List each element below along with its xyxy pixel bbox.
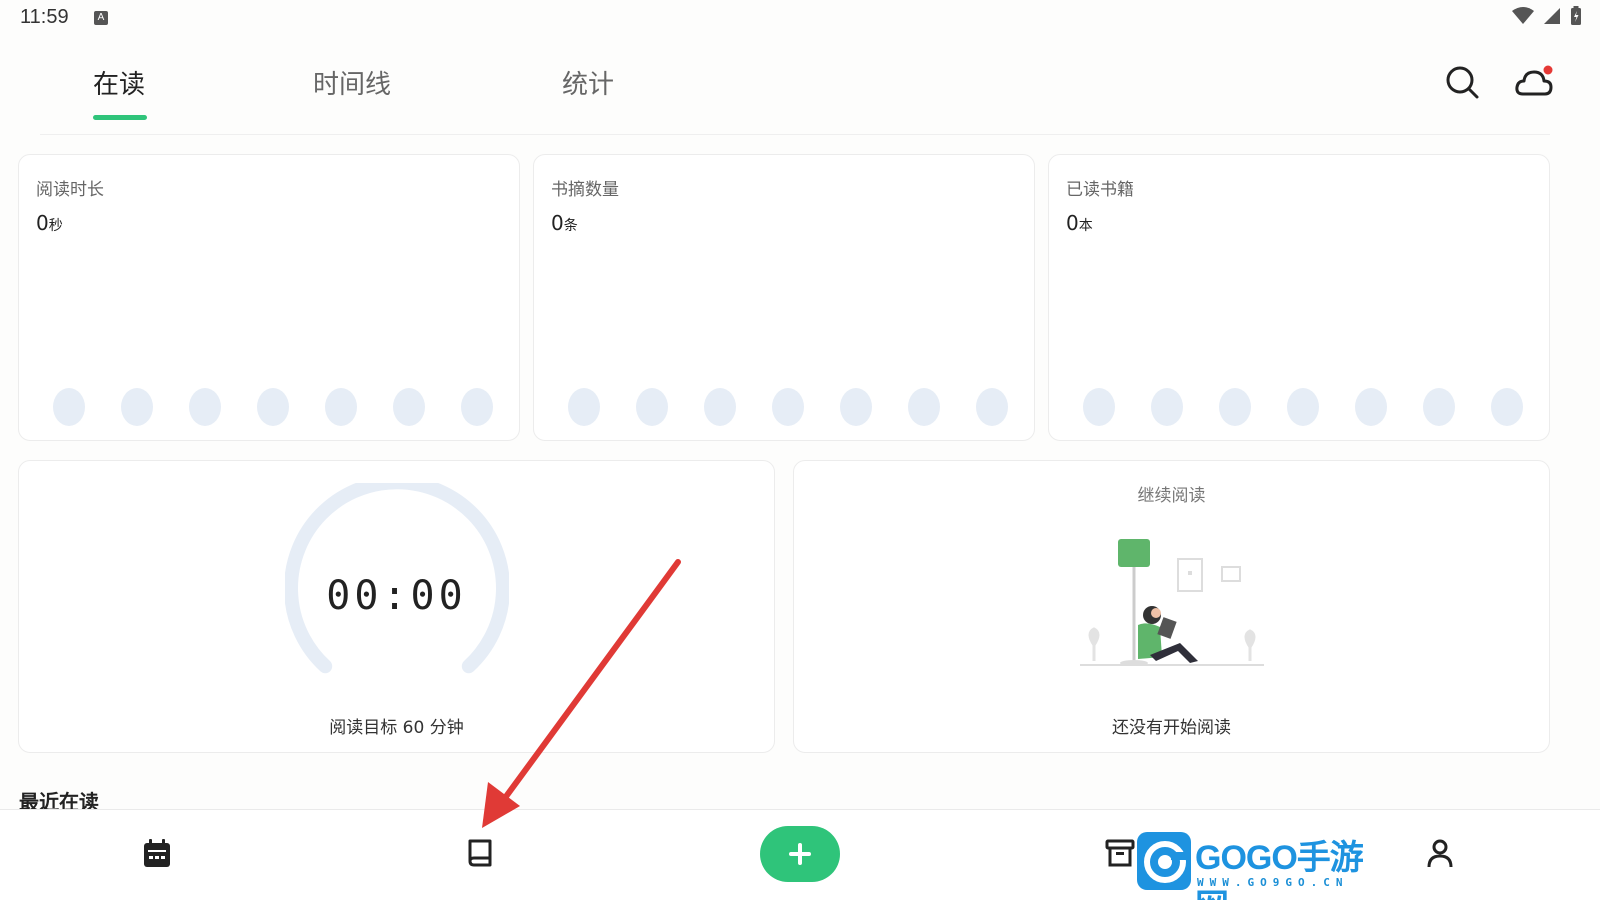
tab-timeline[interactable]: 时间线 bbox=[313, 64, 391, 101]
stat-value: 0秒 bbox=[36, 211, 63, 235]
stat-label: 阅读时长 bbox=[36, 180, 104, 200]
day-dot bbox=[461, 388, 493, 426]
day-dot bbox=[908, 388, 940, 426]
day-dot bbox=[189, 388, 221, 426]
calendar-icon[interactable] bbox=[141, 837, 173, 869]
top-tab-bar: 在读 时间线 统计 bbox=[0, 50, 1600, 122]
watermark-url: WWW.GO9GO.CN bbox=[1197, 876, 1349, 889]
archive-icon[interactable] bbox=[1104, 837, 1136, 869]
day-dot bbox=[636, 388, 668, 426]
day-dot bbox=[393, 388, 425, 426]
site-watermark: GOGO手游网 WWW.GO9GO.CN bbox=[1135, 830, 1393, 900]
status-indicators bbox=[1512, 6, 1582, 26]
day-dot bbox=[1287, 388, 1319, 426]
day-dot bbox=[1151, 388, 1183, 426]
tab-statistics[interactable]: 统计 bbox=[562, 64, 614, 101]
status-bar: 11:59 A bbox=[0, 0, 1600, 36]
day-dot bbox=[772, 388, 804, 426]
weekday-dots bbox=[53, 388, 493, 426]
annotation-arrow bbox=[482, 559, 681, 828]
signal-icon bbox=[1544, 8, 1560, 24]
day-dot bbox=[1083, 388, 1115, 426]
day-dot bbox=[1423, 388, 1455, 426]
stat-card-reading-time[interactable]: 阅读时长 0秒 bbox=[18, 154, 520, 441]
watermark-logo-icon bbox=[1137, 832, 1191, 890]
tab-reading[interactable]: 在读 bbox=[93, 64, 145, 101]
continue-reading-title: 继续阅读 bbox=[1137, 486, 1206, 506]
active-tab-indicator bbox=[93, 115, 147, 120]
header-divider bbox=[40, 134, 1550, 135]
day-dot bbox=[704, 388, 736, 426]
notification-dot bbox=[1543, 65, 1553, 75]
book-icon[interactable] bbox=[464, 837, 496, 869]
profile-icon[interactable] bbox=[1424, 837, 1456, 869]
recent-reading-title: 最近在读 bbox=[19, 790, 99, 810]
no-reading-text: 还没有开始阅读 bbox=[1112, 718, 1231, 738]
day-dot bbox=[53, 388, 85, 426]
stat-card-excerpts[interactable]: 书摘数量 0条 bbox=[533, 154, 1035, 441]
day-dot bbox=[1355, 388, 1387, 426]
day-dot bbox=[976, 388, 1008, 426]
day-dot bbox=[840, 388, 872, 426]
weekday-dots bbox=[568, 388, 1008, 426]
search-icon[interactable] bbox=[1444, 64, 1480, 100]
stat-card-books-read[interactable]: 已读书籍 0本 bbox=[1048, 154, 1550, 441]
day-dot bbox=[1219, 388, 1251, 426]
day-dot bbox=[121, 388, 153, 426]
stat-label: 已读书籍 bbox=[1066, 180, 1134, 200]
stat-value: 0本 bbox=[1066, 211, 1093, 235]
watermark-text: GOGO手游网 bbox=[1195, 839, 1364, 900]
day-dot bbox=[568, 388, 600, 426]
status-time: 11:59 bbox=[20, 6, 69, 28]
add-book-button[interactable] bbox=[760, 826, 840, 882]
day-dot bbox=[325, 388, 357, 426]
day-dot bbox=[257, 388, 289, 426]
cloud-sync-icon[interactable] bbox=[1514, 64, 1554, 100]
day-dot bbox=[1491, 388, 1523, 426]
weekday-dots bbox=[1083, 388, 1523, 426]
battery-icon bbox=[1571, 6, 1581, 25]
empty-reading-illustration bbox=[1080, 539, 1264, 666]
wifi-icon bbox=[1512, 7, 1534, 24]
stat-label: 书摘数量 bbox=[551, 180, 619, 200]
plus-icon bbox=[789, 843, 811, 865]
input-method-icon: A bbox=[94, 11, 108, 25]
stat-value: 0条 bbox=[551, 211, 578, 235]
continue-reading-card[interactable]: 继续阅读 还没有开始阅读 bbox=[793, 460, 1550, 753]
